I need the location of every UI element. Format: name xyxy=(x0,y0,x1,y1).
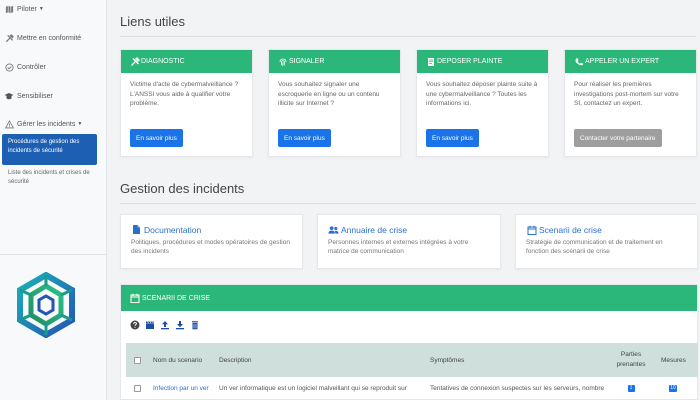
card-diagnostic: Diagnostic Victime d'acte de cybermalvei… xyxy=(120,49,253,157)
en-savoir-plus-button[interactable]: En savoir plus xyxy=(130,129,183,147)
column-header-mesures[interactable]: Mesures xyxy=(661,343,686,377)
card-header: Deposer plainte xyxy=(417,50,548,73)
sidebar-item-conformite[interactable]: Mettre en conformité xyxy=(4,33,81,43)
sidebar-item-label: Piloter xyxy=(17,5,37,13)
sidebar-item-controler[interactable]: Contrôler xyxy=(4,62,46,72)
card-text: Vous souhaitez déposer plainte suite à u… xyxy=(426,81,538,107)
card-title: Signaler xyxy=(289,58,325,65)
download-icon[interactable] xyxy=(175,320,185,330)
chevron-down-icon: ▼ xyxy=(77,121,83,127)
logo xyxy=(14,271,78,339)
parties-badge[interactable]: 1 xyxy=(624,377,638,399)
phone-icon xyxy=(574,57,584,67)
file-icon xyxy=(131,224,142,235)
table-header: Nom du scenario Description Symptômes Pa… xyxy=(126,343,698,377)
card-header: Signaler xyxy=(269,50,400,73)
trash-icon[interactable] xyxy=(190,320,200,330)
table-row: Infection par un ver Un ver informatique… xyxy=(126,377,698,399)
card-appeler-expert: Appeler un expert Pour réaliser les prem… xyxy=(564,49,697,157)
sidebar-divider xyxy=(0,254,106,255)
warning-icon xyxy=(4,119,14,129)
sidebar-item-sensibiliser[interactable]: Sensibiliser xyxy=(4,91,53,101)
document-icon xyxy=(426,57,436,67)
card-header: Diagnostic xyxy=(121,50,252,73)
table-toolbar xyxy=(130,320,200,330)
sidebar-subitem-liste-incidents[interactable]: Liste des incidents et crises de sécurit… xyxy=(8,169,100,187)
mesures-count: 10 xyxy=(669,384,677,392)
en-savoir-plus-button[interactable]: En savoir plus xyxy=(426,129,479,147)
tools-icon xyxy=(130,56,140,67)
section-title-gestion: Gestion des incidents xyxy=(120,181,245,196)
help-icon[interactable] xyxy=(130,320,140,330)
fingerprint-icon xyxy=(278,57,288,67)
card-title: Documentation xyxy=(144,224,202,235)
card-annuaire-crise[interactable]: Annuaire de crise Personnes internes et … xyxy=(317,214,501,269)
card-documentation[interactable]: Documentation Politiques, procédures et … xyxy=(120,214,303,269)
card-scenarii-crise[interactable]: Scenarii de crise Stratégie de communica… xyxy=(515,214,698,269)
sidebar: Piloter ▼ Mettre en conformité Contrôler… xyxy=(0,0,107,400)
calendar-icon xyxy=(130,293,140,303)
card-text: Vous souhaitez signaler une escroquerie … xyxy=(278,81,380,107)
parties-count: 1 xyxy=(627,384,635,392)
column-header-name[interactable]: Nom du scenario xyxy=(153,343,202,377)
panel-header: Scenarii de crise xyxy=(121,285,697,311)
section-title-liens: Liens utiles xyxy=(120,14,186,29)
card-title: Deposer plainte xyxy=(437,58,503,65)
scenarii-panel: Scenarii de crise Nom du scenario Descri… xyxy=(120,284,698,400)
sidebar-item-incidents[interactable]: Gérer les incidents ▼ xyxy=(4,119,82,129)
upload-icon[interactable] xyxy=(160,320,170,330)
card-text: Personnes internes et externes intégrées… xyxy=(328,239,469,255)
card-text: Stratégie de communication et de traitem… xyxy=(526,239,663,255)
card-signaler: Signaler Vous souhaitez signaler une esc… xyxy=(268,49,401,157)
card-header: Appeler un expert xyxy=(565,50,696,73)
select-all-checkbox[interactable] xyxy=(134,343,141,377)
row-checkbox[interactable] xyxy=(134,377,141,399)
card-text: Pour réaliser les premières investigatio… xyxy=(574,81,679,107)
section-divider xyxy=(120,36,696,37)
panel-title: Scenarii de crise xyxy=(142,294,211,302)
sidebar-item-label: Sensibiliser xyxy=(17,92,53,100)
clapperboard-icon[interactable] xyxy=(145,320,155,330)
calendar-icon xyxy=(526,224,537,235)
card-title: Annuaire de crise xyxy=(341,224,408,235)
check-circle-icon xyxy=(4,62,14,72)
scenario-symptomes: Tentatives de connexion suspectes sur le… xyxy=(430,384,605,392)
map-icon xyxy=(4,4,14,14)
scenario-name-link[interactable]: Infection par un ver xyxy=(153,377,215,399)
sidebar-item-label: Contrôler xyxy=(17,63,46,71)
section-divider xyxy=(120,203,696,204)
mesures-badge[interactable]: 10 xyxy=(663,377,683,399)
card-text: Victime d'acte de cybermalveillance ? L'… xyxy=(130,81,239,107)
card-title: Scenarii de crise xyxy=(539,224,602,235)
card-title: Diagnostic xyxy=(141,58,185,65)
scenario-description: Un ver informatique est un logiciel malv… xyxy=(219,384,407,392)
card-text: Politiques, procédures et modes opératoi… xyxy=(131,239,290,255)
card-deposer-plainte: Deposer plainte Vous souhaitez déposer p… xyxy=(416,49,549,157)
contacter-partenaire-button[interactable]: Contacter votre partenaire xyxy=(574,129,662,147)
sidebar-item-label: Gérer les incidents xyxy=(17,120,76,128)
graduation-cap-icon xyxy=(4,91,14,101)
tools-icon xyxy=(4,33,14,43)
column-header-description[interactable]: Description xyxy=(219,343,252,377)
column-header-parties[interactable]: Parties prenantes xyxy=(615,343,647,377)
sidebar-item-label: Mettre en conformité xyxy=(17,34,82,42)
sidebar-subitem-procedures[interactable]: Procédures de gestion des incidents de s… xyxy=(2,134,97,165)
card-title: Appeler un expert xyxy=(585,58,660,65)
sidebar-item-piloter[interactable]: Piloter ▼ xyxy=(4,4,44,14)
users-icon xyxy=(328,224,339,235)
en-savoir-plus-button[interactable]: En savoir plus xyxy=(278,129,331,147)
chevron-down-icon: ▼ xyxy=(38,6,44,12)
column-header-symptomes[interactable]: Symptômes xyxy=(430,343,464,377)
